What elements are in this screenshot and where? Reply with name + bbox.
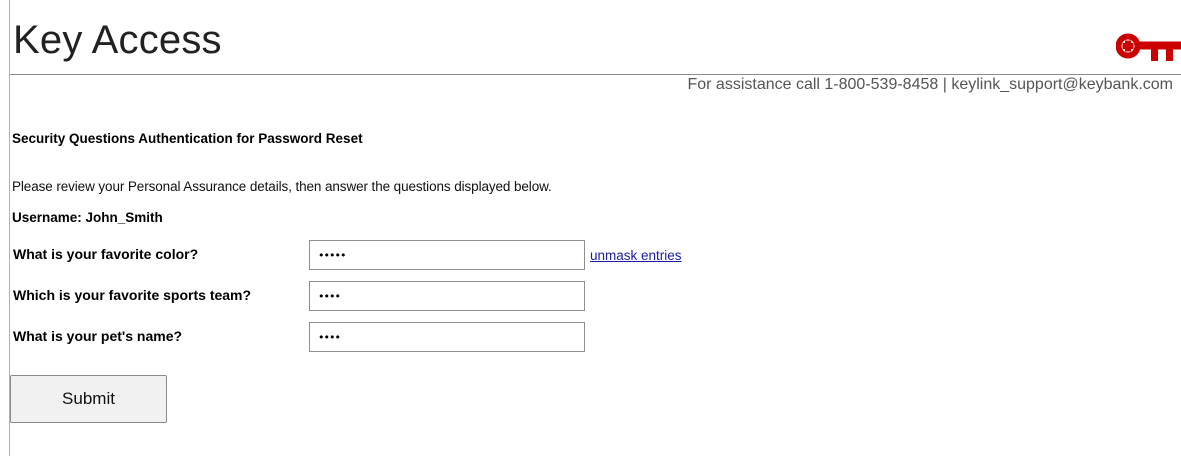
assistance-text: For assistance call 1-800-539-8458 | key… bbox=[687, 76, 1173, 93]
question-label-color: What is your favorite color? bbox=[13, 246, 199, 262]
app-title: Key Access bbox=[13, 18, 222, 62]
unmask-entries-link[interactable]: unmask entries bbox=[590, 248, 682, 263]
username-label: Username: John_Smith bbox=[12, 210, 163, 225]
question-label-pet-name: What is your pet's name? bbox=[13, 328, 183, 344]
key-icon bbox=[1116, 33, 1181, 61]
question-label-sports-team: Which is your favorite sports team? bbox=[13, 287, 252, 303]
favorite-color-answer-field[interactable] bbox=[309, 240, 585, 270]
header: Key Access bbox=[10, 0, 1181, 75]
intro-text: Please review your Personal Assurance de… bbox=[12, 179, 552, 194]
pet-name-answer-field[interactable] bbox=[309, 322, 585, 352]
submit-button[interactable]: Submit bbox=[10, 375, 167, 423]
sports-team-answer-field[interactable] bbox=[309, 281, 585, 311]
section-heading: Security Questions Authentication for Pa… bbox=[12, 131, 363, 146]
